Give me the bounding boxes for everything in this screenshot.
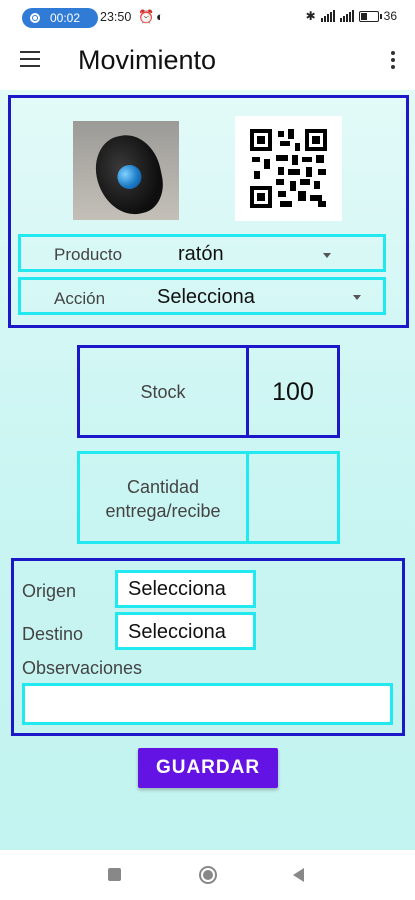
stock-value: 100 [272,378,314,406]
status-time: 23:50 [100,10,132,24]
trackball-mouse-image [89,129,169,220]
back-icon[interactable] [293,868,304,882]
page-title: Movimiento [78,45,217,75]
stock-label: Stock [140,382,186,402]
qr-code[interactable] [235,116,342,221]
recording-pill[interactable]: 00:02 [22,8,98,28]
home-icon[interactable] [199,866,217,884]
observaciones-input[interactable] [22,683,393,725]
status-bar: 00:02 23:50 ⏰ ◐ ✱ 36 [0,0,415,34]
qr-code-icon [250,129,327,208]
menu-icon[interactable] [20,51,40,67]
product-photo[interactable] [73,121,179,220]
recents-icon[interactable] [108,868,121,881]
battery-level: 36 [383,9,397,23]
cantidad-input[interactable] [246,451,340,544]
system-nav-bar [0,850,415,900]
app-notification-icon: ◐ [156,9,164,24]
origen-select[interactable]: Selecciona [128,578,226,601]
overflow-menu-icon[interactable] [391,51,395,69]
producto-label: Producto [54,245,123,264]
battery-icon [358,10,382,22]
record-icon [30,13,40,23]
signal-icon [320,10,335,22]
bluetooth-icon: ✱ [305,9,316,23]
signal-icon-2 [339,10,354,22]
origen-label: Origen [22,581,77,601]
alarm-icon: ⏰ [138,9,155,24]
app-bar: Movimiento [0,34,415,90]
producto-dropdown-icon[interactable] [323,253,331,258]
accion-label: Acción [54,289,106,308]
producto-select[interactable]: ratón [178,243,224,266]
destino-select[interactable]: Selecciona [128,621,226,644]
status-right: ✱ 36 [306,9,397,23]
observaciones-label: Observaciones [22,658,143,678]
destino-label: Destino [22,624,84,644]
accion-select[interactable]: Selecciona [157,286,255,309]
guardar-button[interactable]: GUARDAR [138,748,278,788]
pill-time: 00:02 [50,11,81,25]
accion-dropdown-icon[interactable] [353,295,361,300]
cantidad-label-line1: Cantidad [126,477,200,497]
cantidad-label-line2: entrega/recibe [105,501,221,521]
